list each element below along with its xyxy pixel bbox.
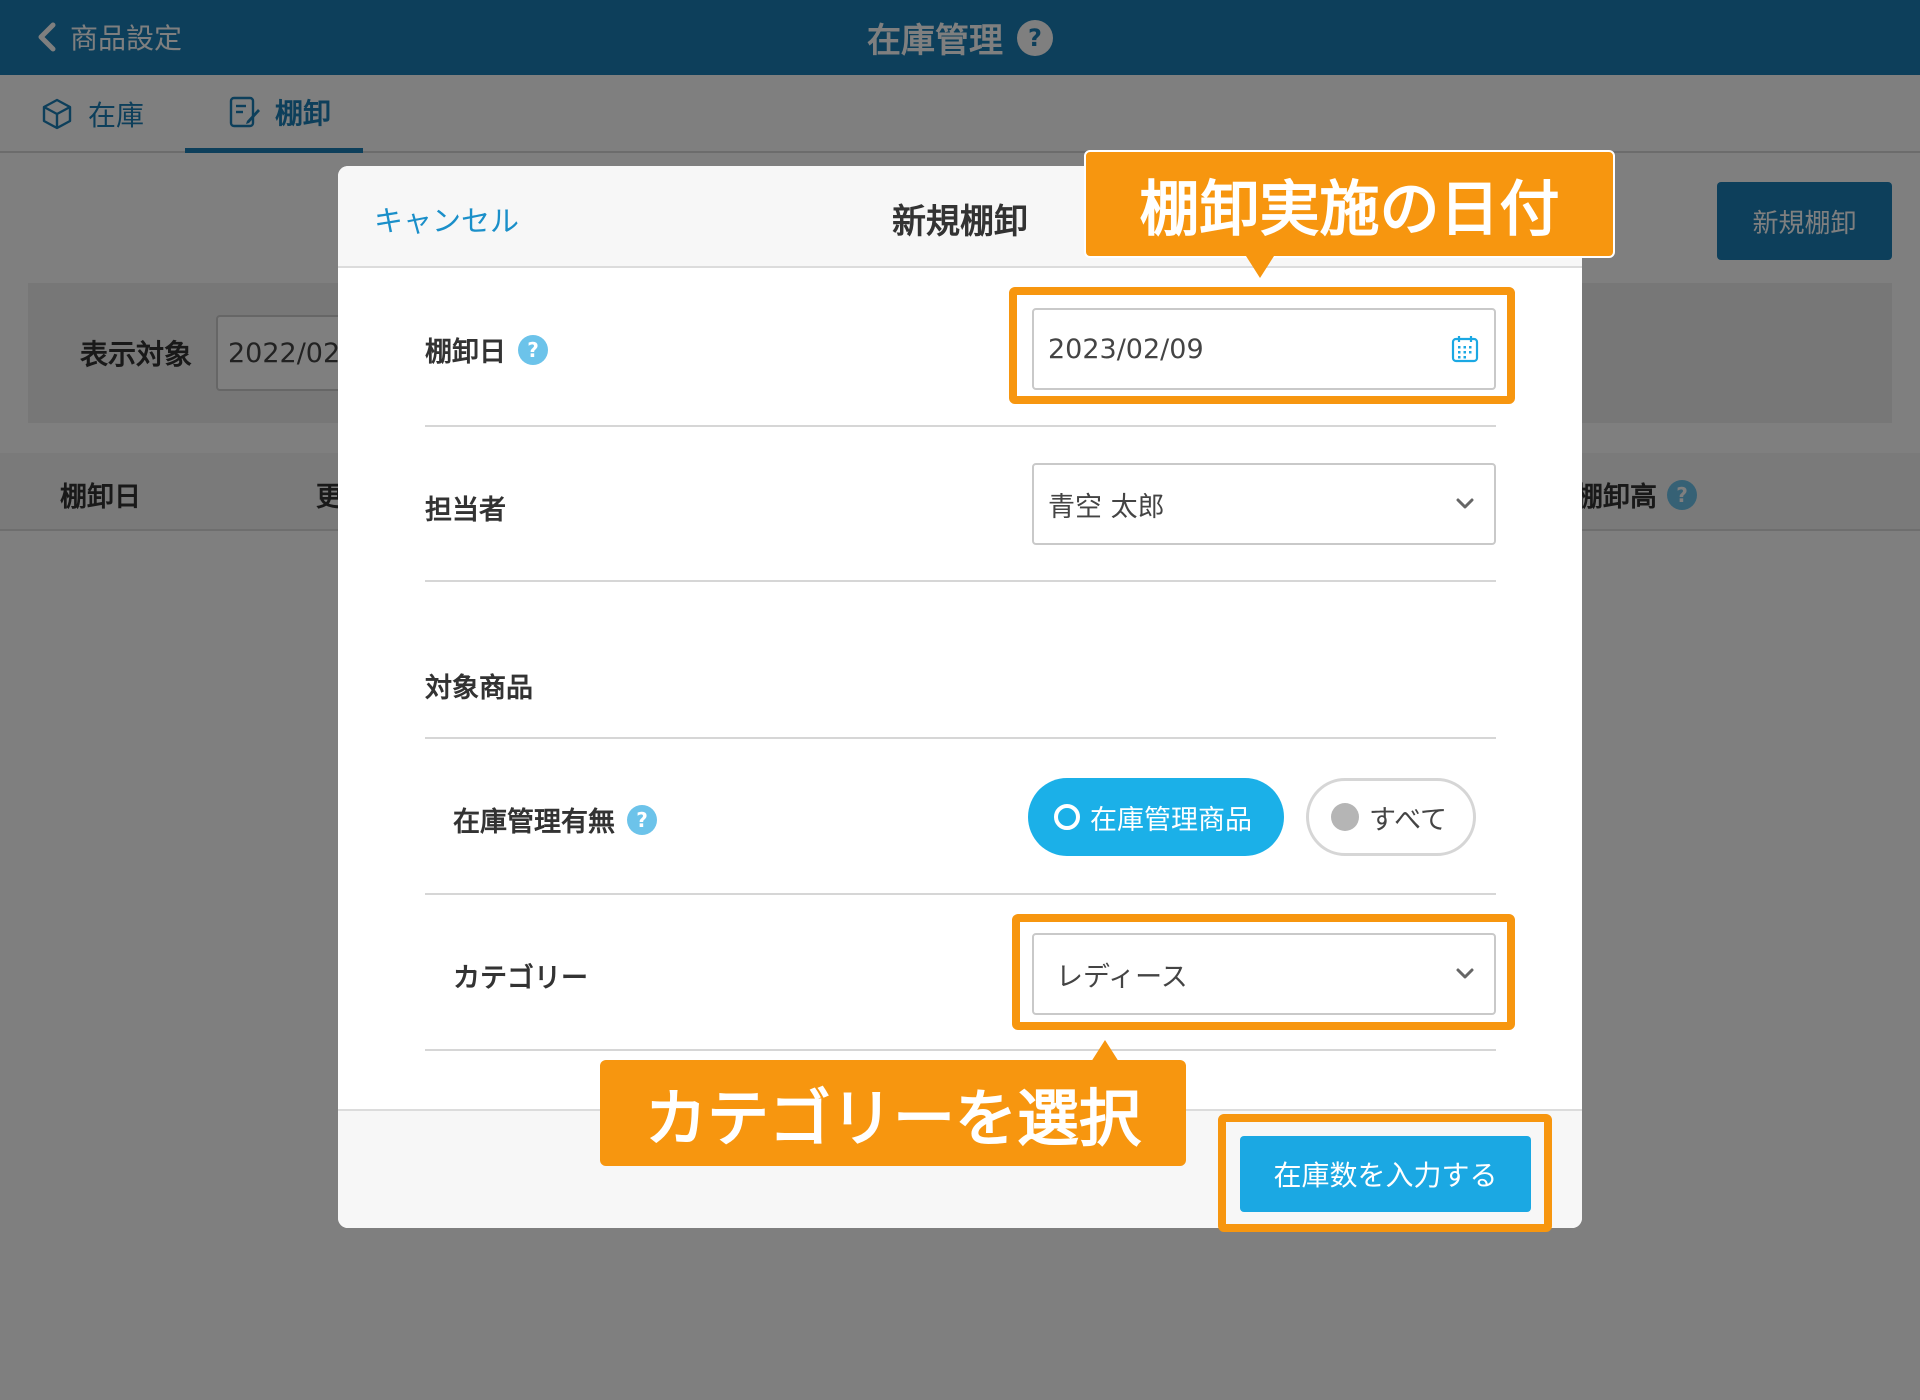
submit-button-highlight xyxy=(1218,1114,1552,1232)
category-label: カテゴリー xyxy=(453,963,588,994)
target-products-heading: 対象商品 xyxy=(425,673,533,704)
radio-selected-icon xyxy=(1054,804,1080,830)
date-label-container: 棚卸日 ? xyxy=(425,330,548,369)
category-field-highlight xyxy=(1012,914,1515,1030)
radio-unselected-icon xyxy=(1331,803,1359,831)
divider xyxy=(425,1049,1496,1051)
stock-mgmt-label-container: 在庫管理有無 ? xyxy=(453,800,657,839)
divider xyxy=(425,425,1496,427)
assignee-label: 担当者 xyxy=(425,495,506,526)
date-callout: 棚卸実施の日付 xyxy=(1084,150,1615,258)
stock-mgmt-label: 在庫管理有無 xyxy=(453,807,615,838)
category-callout-pointer xyxy=(1091,1040,1119,1062)
category-callout: カテゴリーを選択 xyxy=(600,1060,1186,1166)
chevron-down-icon xyxy=(1456,498,1474,509)
divider xyxy=(425,737,1496,739)
help-icon[interactable]: ? xyxy=(627,804,657,835)
date-callout-pointer xyxy=(1246,256,1274,278)
assignee-select[interactable]: 青空 太郎 xyxy=(1032,463,1496,545)
divider xyxy=(425,893,1496,895)
divider xyxy=(425,580,1496,582)
option-all-products[interactable]: すべて xyxy=(1306,778,1476,856)
option-managed-products[interactable]: 在庫管理商品 xyxy=(1028,778,1284,856)
option-all-products-label: すべて xyxy=(1369,804,1448,836)
assignee-value: 青空 太郎 xyxy=(1048,491,1165,523)
date-field-highlight xyxy=(1009,287,1515,404)
date-label: 棚卸日 xyxy=(425,337,506,368)
help-icon[interactable]: ? xyxy=(518,334,548,365)
option-managed-products-label: 在庫管理商品 xyxy=(1090,804,1252,836)
